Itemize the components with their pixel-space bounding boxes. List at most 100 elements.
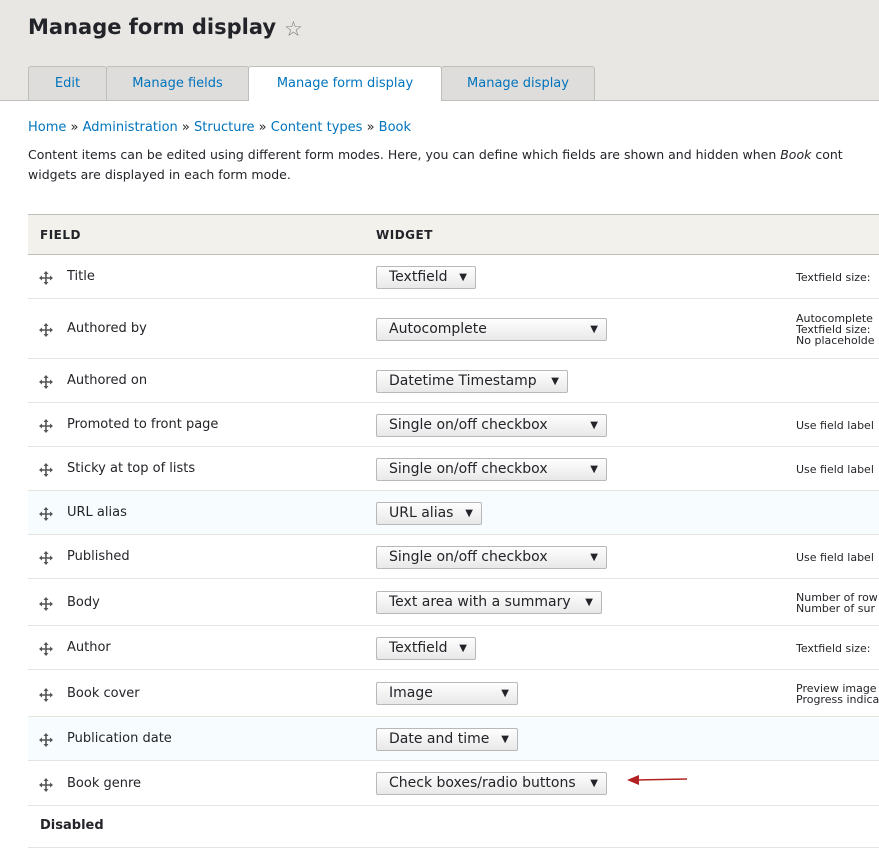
description-content-type: Book [780,147,812,162]
widget-select-body[interactable]: Text area with a summary ▼ [376,591,602,614]
widget-settings-summary: Use field label [796,552,874,563]
table-row: Title Textfield ▼ Textfield size: [28,255,879,299]
drag-handle-icon[interactable] [39,322,53,337]
drag-handle-icon[interactable] [39,374,53,389]
breadcrumb-separator: » [258,120,267,135]
widget-settings-summary: Number of row Number of sur [796,592,878,614]
breadcrumb-home[interactable]: Home [28,120,66,135]
field-label-published: Published [67,549,130,564]
breadcrumb-separator: » [181,120,190,135]
widget-select-value: Check boxes/radio buttons [389,775,576,791]
chevron-down-icon: ▼ [459,271,467,283]
breadcrumb-book[interactable]: Book [379,120,411,135]
drag-handle-icon[interactable] [39,777,53,792]
field-label-authored-on: Authored on [67,373,148,388]
field-label-authored-by: Authored by [67,321,147,336]
table-row: Body Text area with a summary ▼ Number of r… [28,579,879,626]
table-row: Promoted to front page Single on/off chec… [28,403,879,447]
drag-handle-icon[interactable] [39,550,53,565]
field-label-body: Body [67,594,100,610]
drag-handle-icon[interactable] [39,596,53,611]
tab-manage-form-display[interactable]: Manage form display [248,66,442,101]
description-text: Content items can be edited using differ… [28,147,781,162]
summary-line: Preview image [796,681,877,695]
table-row: URL alias URL alias ▼ [28,491,879,535]
field-label-title: Title [67,269,95,284]
chevron-down-icon: ▼ [590,419,598,431]
description-line-1: Content items can be edited using differ… [28,145,879,165]
widget-select-value: URL alias [389,504,454,521]
page-title: Manage form display [28,15,277,39]
widget-select-sticky-at-top-of-lists[interactable]: Single on/off checkbox ▼ [376,457,607,481]
chevron-down-icon: ▼ [551,375,559,387]
widget-settings-summary: Textfield size: [796,643,871,654]
header-widget: WIDGET [376,228,433,242]
widget-select-value: Single on/off checkbox [389,416,548,433]
summary-line: Use field label [796,418,874,432]
widget-select-value: Single on/off checkbox [389,460,548,477]
widget-select-value: Image [389,685,433,701]
table-header: FIELD WIDGET [28,214,879,255]
drag-handle-icon[interactable] [39,687,53,702]
widget-select-authored-by[interactable]: Autocomplete ▼ [376,317,607,341]
chevron-down-icon: ▼ [590,551,598,563]
summary-line: No placeholde [796,333,875,347]
annotation-arrow-icon [627,775,688,785]
widget-settings-summary: Preview image Progress indica [796,683,879,705]
widget-select-authored-on[interactable]: Datetime Timestamp ▼ [376,369,568,393]
summary-line: Textfield size: [796,322,871,336]
tab-edit[interactable]: Edit [28,66,107,100]
breadcrumb-separator: » [366,120,375,135]
field-label-promoted-to-front-page: Promoted to front page [67,417,219,432]
breadcrumb-structure[interactable]: Structure [194,120,254,135]
summary-line: Progress indica [796,692,879,706]
chevron-down-icon: ▼ [501,733,509,745]
field-label-sticky-at-top-of-lists: Sticky at top of lists [67,461,196,476]
breadcrumb-content-types[interactable]: Content types [271,120,363,135]
disabled-region-label: Disabled [40,818,104,833]
drag-handle-icon[interactable] [39,270,53,285]
widget-select-value: Text area with a summary [389,594,571,610]
widget-settings-summary: Use field label [796,464,874,475]
header-field: FIELD [40,228,81,242]
widget-settings-summary: Textfield size: [796,272,871,283]
widget-select-url-alias[interactable]: URL alias ▼ [376,501,482,525]
drag-handle-icon[interactable] [39,641,53,656]
widget-select-published[interactable]: Single on/off checkbox ▼ [376,545,607,569]
drag-handle-icon[interactable] [39,732,53,747]
chevron-down-icon: ▼ [590,463,598,475]
widget-select-title[interactable]: Textfield ▼ [376,265,476,289]
widget-select-book-genre[interactable]: Check boxes/radio buttons ▼ [376,772,607,795]
chevron-down-icon: ▼ [590,778,598,789]
widget-settings-summary: Use field label [796,420,874,431]
widget-select-book-cover[interactable]: Image ▼ [376,682,518,705]
tab-manage-display[interactable]: Manage display [441,66,595,100]
tab-manage-fields[interactable]: Manage fields [106,66,249,100]
widget-select-value: Date and time [389,730,490,747]
field-label-url-alias: URL alias [67,505,127,520]
widget-settings-summary: Autocomplete Textfield size: No placeholde [796,313,875,346]
widget-select-value: Autocomplete [389,320,487,337]
widget-select-publication-date[interactable]: Date and time ▼ [376,727,518,751]
widget-select-author[interactable]: Textfield ▼ [376,636,476,660]
drag-handle-icon[interactable] [39,462,53,477]
chevron-down-icon: ▼ [459,642,467,654]
page-description: Content items can be edited using differ… [28,145,879,185]
chevron-down-icon: ▼ [590,323,598,335]
summary-line: Number of row [796,590,878,604]
widget-select-value: Textfield [389,268,448,285]
summary-line: Number of sur [796,601,876,615]
field-label-book-genre: Book genre [67,775,142,791]
chevron-down-icon: ▼ [501,688,509,699]
table-row: Book genre Check boxes/radio buttons ▼ [28,761,879,806]
breadcrumb-administration[interactable]: Administration [83,120,178,135]
drag-handle-icon[interactable] [39,506,53,521]
page-header: Manage form display ☆ Edit Manage fields… [0,0,879,101]
drag-handle-icon[interactable] [39,418,53,433]
table-row: Authored on Datetime Timestamp ▼ [28,359,879,403]
breadcrumb: Home » Administration » Structure » Cont… [28,120,411,135]
summary-line: Autocomplete [796,311,873,325]
table-row: Publication date Date and time ▼ [28,717,879,761]
widget-select-promoted-to-front-page[interactable]: Single on/off checkbox ▼ [376,413,607,437]
star-outline-icon[interactable]: ☆ [284,15,303,44]
